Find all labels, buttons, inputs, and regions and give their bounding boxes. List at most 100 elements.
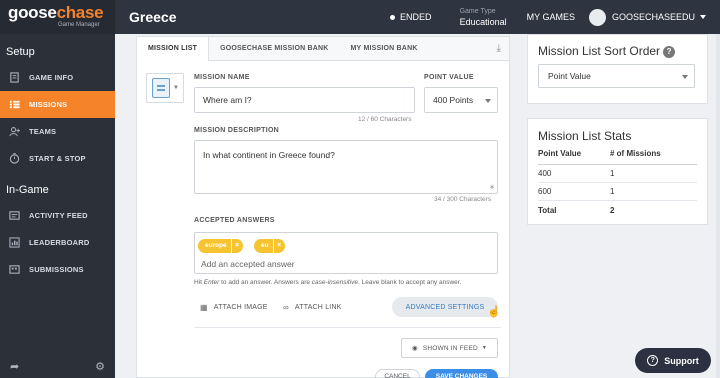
sidebar: Setup GAME INFO MISSIONS TEAMS START & S… xyxy=(0,34,115,378)
user-menu[interactable]: GOOSECHASEEDU xyxy=(588,8,706,26)
chevron-down-icon: ▼ xyxy=(481,345,487,351)
mission-count-cell: 1 xyxy=(610,187,615,196)
sidebar-item-leaderboard[interactable]: LEADERBOARD xyxy=(0,229,115,256)
answers-hint: Hit Enter to add an answer. Answers are … xyxy=(194,279,461,286)
page-scrollbar[interactable] xyxy=(716,34,720,378)
sidebar-item-label: LEADERBOARD xyxy=(29,238,90,247)
sidebar-item-missions[interactable]: MISSIONS xyxy=(0,91,115,118)
table-total-row: Total 2 xyxy=(538,201,697,219)
add-answer-input[interactable]: Add an accepted answer xyxy=(201,259,295,269)
sidebar-heading-in-game: In-Game xyxy=(6,184,49,196)
sidebar-item-label: GAME INFO xyxy=(29,73,74,82)
sidebar-item-start-stop[interactable]: START & STOP xyxy=(0,145,115,172)
sidebar-item-label: MISSIONS xyxy=(29,100,68,109)
goosechase-logo[interactable]: goosechase Game Manager xyxy=(0,0,115,34)
sort-order-select[interactable]: Point Value xyxy=(538,64,695,88)
game-status: ENDED xyxy=(390,12,432,22)
sidebar-item-activity-feed[interactable]: ACTIVITY FEED xyxy=(0,202,115,229)
answer-chip-label: eu xyxy=(261,242,269,249)
shown-in-feed-label: SHOWN IN FEED xyxy=(422,344,478,352)
mission-description-counter: 34 / 300 Characters xyxy=(434,196,492,203)
sidebar-item-teams[interactable]: TEAMS xyxy=(0,118,115,145)
sidebar-footer: ➦ ⚙ xyxy=(0,354,115,378)
image-icon: ▦ xyxy=(200,303,208,312)
game-type-label: Game Type xyxy=(459,8,496,15)
top-bar: goosechase Game Manager Greece ENDED Gam… xyxy=(0,0,720,34)
mission-description-text: In what continent in Greece found? xyxy=(203,150,335,160)
eye-icon: ◉ xyxy=(412,345,418,352)
mission-stats-title: Mission List Stats xyxy=(538,129,632,143)
tab-mission-list[interactable]: MISSION LIST xyxy=(137,37,210,61)
game-status-label: ENDED xyxy=(400,12,432,22)
game-type: Game Type Educational xyxy=(460,6,507,28)
hand-cursor-icon: ☝ xyxy=(487,306,501,318)
remove-answer-icon[interactable]: × xyxy=(272,239,285,253)
support-button[interactable]: ? Support xyxy=(635,348,711,373)
document-icon xyxy=(8,72,20,84)
advanced-settings-button[interactable]: ADVANCED SETTINGS xyxy=(392,297,498,317)
hint-text: . Leave blank to accept any answer. xyxy=(358,279,462,286)
avatar xyxy=(588,8,606,26)
logo-subtitle: Game Manager xyxy=(58,22,100,28)
status-dot-icon xyxy=(390,14,396,20)
table-row: 600 1 xyxy=(538,183,697,201)
mission-count-cell: 1 xyxy=(610,169,615,178)
sort-order-title: Mission List Sort Order xyxy=(538,44,661,58)
chevron-down-icon xyxy=(485,99,491,103)
total-value: 2 xyxy=(610,205,615,215)
attach-image-button[interactable]: ▦ ATTACH IMAGE xyxy=(200,303,268,312)
sidebar-heading-setup: Setup xyxy=(6,46,35,58)
sidebar-item-label: SUBMISSIONS xyxy=(29,265,84,274)
logo-goose-text: goose xyxy=(8,3,57,22)
attach-image-label: ATTACH IMAGE xyxy=(213,304,268,311)
resize-handle-icon[interactable]: ∗ xyxy=(489,183,495,191)
sidebar-item-submissions[interactable]: SUBMISSIONS xyxy=(0,256,115,283)
photos-icon xyxy=(8,264,20,276)
chevron-down-icon: ▼ xyxy=(173,85,179,91)
remove-answer-icon[interactable]: × xyxy=(230,239,243,253)
my-games-link[interactable]: MY GAMES xyxy=(527,12,575,22)
cancel-button[interactable]: CANCEL xyxy=(375,369,420,378)
attach-link-label: ATTACH LINK xyxy=(294,304,342,311)
point-value-selected: 400 Points xyxy=(433,95,474,105)
accepted-answers-field[interactable]: europe × eu × Add an accepted answer xyxy=(194,232,498,274)
mission-name-label: MISSION NAME xyxy=(194,74,250,81)
attach-link-button[interactable]: ∞ ATTACH LINK xyxy=(283,303,342,312)
link-icon: ∞ xyxy=(283,303,289,312)
hint-key: Enter xyxy=(203,279,220,286)
feed-icon xyxy=(8,210,20,222)
logo-chase-text: chase xyxy=(56,3,104,22)
tab-my-mission-bank[interactable]: MY MISSION BANK xyxy=(340,37,429,60)
mission-name-input[interactable]: Where am I? xyxy=(194,87,415,113)
answer-chip: eu × xyxy=(254,239,285,253)
share-icon[interactable]: ➦ xyxy=(10,360,19,373)
sort-order-title-row: Mission List Sort Order? xyxy=(528,35,707,58)
game-title: Greece xyxy=(129,9,177,25)
divider xyxy=(194,327,501,328)
username: GOOSECHASEEDU xyxy=(611,12,695,22)
mission-description-input[interactable]: In what continent in Greece found? ∗ xyxy=(194,140,498,194)
list-icon xyxy=(8,99,20,111)
point-value-cell: 600 xyxy=(538,187,552,196)
download-icon[interactable]: ⤓ xyxy=(497,43,501,54)
mission-type-selector[interactable]: ▼ xyxy=(146,73,184,103)
mission-stats-table: Point Value # of Missions 400 1 600 1 To… xyxy=(528,143,707,219)
column-header: # of Missions xyxy=(610,149,661,158)
gear-icon[interactable]: ⚙ xyxy=(95,360,105,373)
column-header: Point Value xyxy=(538,149,582,158)
game-type-value: Educational xyxy=(459,17,507,27)
support-label: Support xyxy=(664,355,699,366)
shown-in-feed-dropdown[interactable]: ◉ SHOWN IN FEED ▼ xyxy=(401,338,498,358)
text-mission-icon xyxy=(152,78,170,98)
help-icon[interactable]: ? xyxy=(663,46,676,58)
sidebar-item-game-info[interactable]: GAME INFO xyxy=(0,64,115,91)
total-label: Total xyxy=(538,205,557,215)
sort-order-card: Mission List Sort Order? Point Value xyxy=(527,34,708,104)
tab-goosechase-mission-bank[interactable]: GOOSECHASE MISSION BANK xyxy=(209,37,339,60)
table-header-row: Point Value # of Missions xyxy=(538,143,697,165)
point-value-select[interactable]: 400 Points xyxy=(424,87,498,113)
point-value-cell: 400 xyxy=(538,169,552,178)
save-changes-button[interactable]: SAVE CHANGES xyxy=(425,369,498,378)
sidebar-item-label: ACTIVITY FEED xyxy=(29,211,88,220)
question-icon: ? xyxy=(647,355,659,366)
